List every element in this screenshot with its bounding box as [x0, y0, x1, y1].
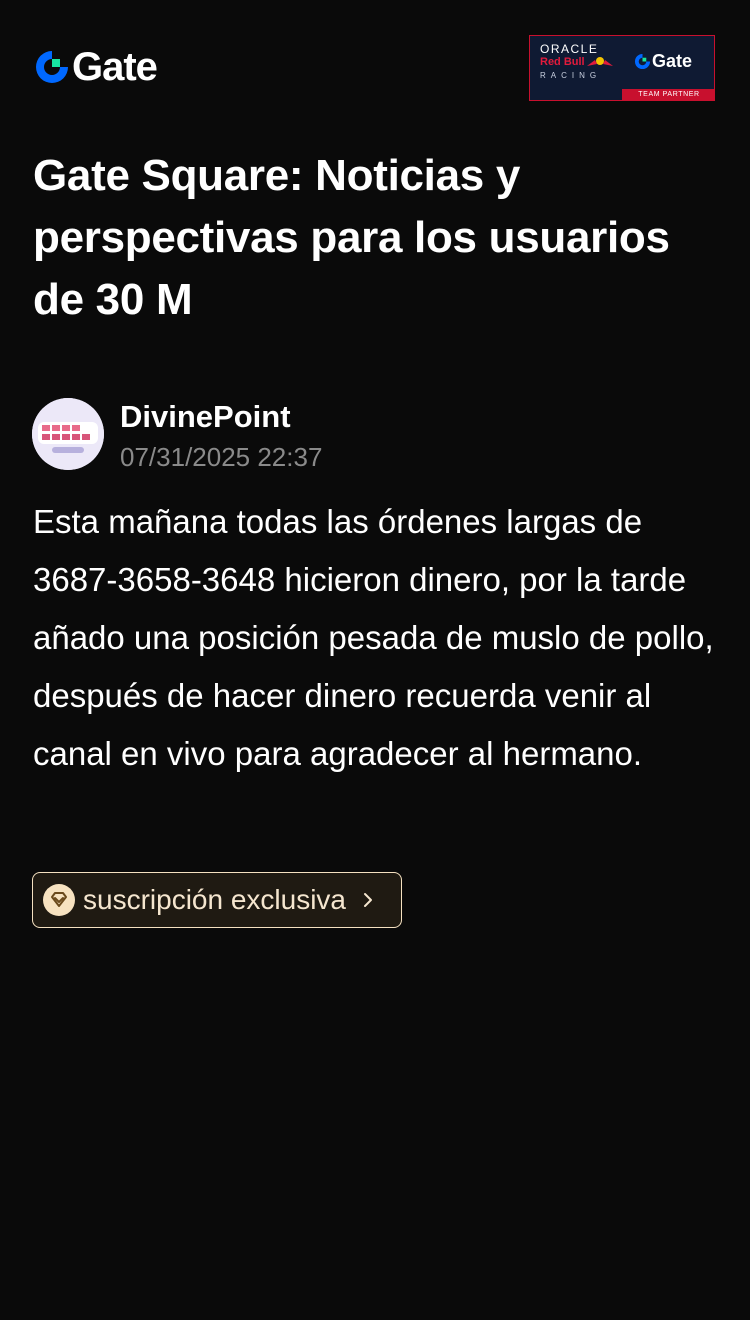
page-title: Gate Square: Noticias y perspectivas par… [33, 151, 670, 324]
author-name[interactable]: DivinePoint [120, 398, 291, 436]
team-partner-strip: TEAM PARTNER [622, 89, 714, 100]
top-header: Gate ORACLE Red Bull RACING Gate TEAM PA… [0, 0, 750, 130]
gate-logo[interactable]: Gate [34, 45, 158, 89]
chevron-right-icon [362, 891, 374, 909]
post-timestamp: 07/31/2025 22:37 [120, 442, 323, 472]
post-body: Esta mañana todas las órdenes largas de … [33, 503, 714, 772]
badge-gate-text: Gate [652, 51, 693, 71]
avatar[interactable] [32, 398, 104, 470]
gate-logo-icon [36, 51, 68, 83]
diamond-icon [43, 884, 75, 916]
badge-gate-logo: Gate [634, 51, 692, 72]
redbull-text: Red Bull [540, 56, 585, 68]
team-partner-badge[interactable]: ORACLE Red Bull RACING Gate TEAM PARTNER [529, 35, 715, 101]
avatar-image [32, 398, 104, 470]
exclusive-subscription-button[interactable]: suscripción exclusiva [32, 872, 402, 928]
badge-gate-icon [634, 53, 651, 70]
racing-text: RACING [540, 71, 602, 80]
bulls-icon [586, 56, 614, 71]
gate-logo-text: Gate [72, 45, 158, 89]
subscription-label: suscripción exclusiva [83, 884, 346, 915]
oracle-text: ORACLE [540, 42, 599, 56]
